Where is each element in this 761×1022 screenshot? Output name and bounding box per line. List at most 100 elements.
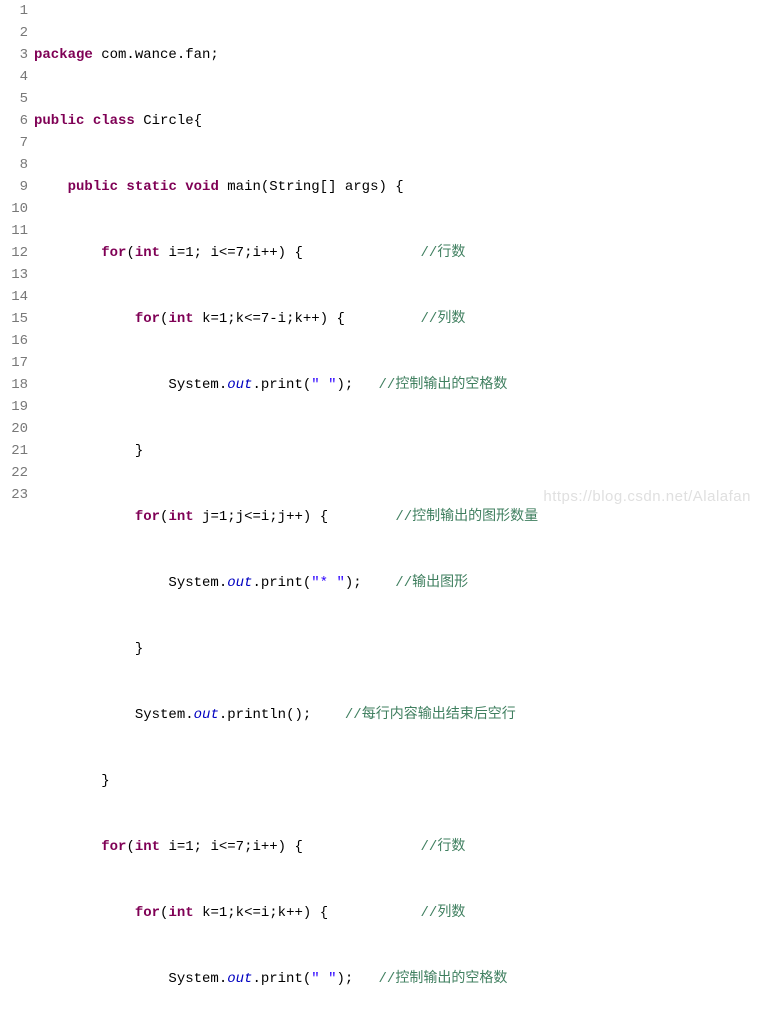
keyword-public: public [34, 113, 84, 129]
code-line: } [34, 440, 761, 462]
code-line: for(int i=1; i<=7;i++) { //行数 [34, 836, 761, 858]
plain: .println(); [219, 707, 311, 723]
watermark-text: https://blog.csdn.net/Alalafan [543, 488, 751, 505]
indent [34, 311, 135, 327]
comment: //每行内容输出结束后空行 [345, 707, 516, 723]
whitespace [353, 971, 378, 987]
field-out: out [227, 971, 252, 987]
whitespace [328, 905, 420, 921]
line-number: 21 [0, 440, 28, 462]
indent [34, 443, 135, 459]
comment: //列数 [421, 311, 466, 327]
plain: System. [168, 971, 227, 987]
plain: i=1; i<=7;i++) { [160, 245, 303, 261]
plain: k=1;k<=i;k++) { [194, 905, 328, 921]
comment: //行数 [421, 245, 466, 261]
keyword-int: int [135, 245, 160, 261]
whitespace [328, 509, 395, 525]
line-number: 6 [0, 110, 28, 132]
code-line: System.out.println(); //每行内容输出结束后空行 [34, 704, 761, 726]
indent [34, 245, 101, 261]
plain: ( [160, 509, 168, 525]
keyword-for: for [135, 905, 160, 921]
string-literal: "* " [311, 575, 345, 591]
line-number: 7 [0, 132, 28, 154]
line-number: 2 [0, 22, 28, 44]
comment: //控制输出的图形数量 [395, 509, 538, 525]
line-number: 5 [0, 88, 28, 110]
code-line: public static void main(String[] args) { [34, 176, 761, 198]
plain: j=1;j<=i;j++) { [194, 509, 328, 525]
plain: ( [126, 245, 134, 261]
plain: .print( [252, 377, 311, 393]
line-number: 11 [0, 220, 28, 242]
keyword-class: class [84, 113, 143, 129]
comment: //控制输出的空格数 [379, 971, 508, 987]
keyword-for: for [135, 311, 160, 327]
brace: } [135, 641, 143, 657]
plain: System. [168, 575, 227, 591]
indent [34, 707, 135, 723]
field-out: out [194, 707, 219, 723]
indent [34, 839, 101, 855]
comment: //输出图形 [395, 575, 468, 591]
keyword-public: public [68, 179, 118, 195]
indent [34, 377, 168, 393]
line-number: 1 [0, 0, 28, 22]
code-line: } [34, 638, 761, 660]
brace: } [101, 773, 109, 789]
line-number: 15 [0, 308, 28, 330]
whitespace [311, 707, 345, 723]
keyword-for: for [101, 839, 126, 855]
line-number: 4 [0, 66, 28, 88]
indent [34, 773, 101, 789]
line-number: 23 [0, 484, 28, 506]
package-name: com.wance.fan; [93, 47, 219, 63]
line-number: 19 [0, 396, 28, 418]
keyword-int: int [168, 905, 193, 921]
code-line: for(int j=1;j<=i;j++) { //控制输出的图形数量 [34, 506, 761, 528]
plain: ( [126, 839, 134, 855]
line-number: 14 [0, 286, 28, 308]
keyword-int: int [135, 839, 160, 855]
code-area[interactable]: package com.wance.fan; public class Circ… [34, 0, 761, 1022]
keyword-int: int [168, 509, 193, 525]
comment: //行数 [421, 839, 466, 855]
keyword-static: static [118, 179, 185, 195]
indent [34, 971, 168, 987]
comment: //列数 [421, 905, 466, 921]
plain: System. [135, 707, 194, 723]
brace: } [135, 443, 143, 459]
code-editor: 1 2 3 4 5 6 7 8 9 10 11 12 13 14 15 16 1… [0, 0, 761, 1022]
plain: ( [160, 905, 168, 921]
string-literal: " " [311, 971, 336, 987]
code-line: System.out.print(" "); //控制输出的空格数 [34, 374, 761, 396]
line-number: 17 [0, 352, 28, 374]
indent [34, 905, 135, 921]
keyword-for: for [101, 245, 126, 261]
line-number: 16 [0, 330, 28, 352]
string-literal: " " [311, 377, 336, 393]
plain: ); [336, 377, 353, 393]
whitespace [362, 575, 396, 591]
plain: System. [168, 377, 227, 393]
indent [34, 509, 135, 525]
code-line: System.out.print(" "); //控制输出的空格数 [34, 968, 761, 990]
class-name: Circle{ [143, 113, 202, 129]
line-number: 20 [0, 418, 28, 440]
code-line: package com.wance.fan; [34, 44, 761, 66]
line-number: 9 [0, 176, 28, 198]
whitespace [345, 311, 421, 327]
plain: ); [336, 971, 353, 987]
code-line: for(int k=1;k<=i;k++) { //列数 [34, 902, 761, 924]
indent [34, 575, 168, 591]
keyword-void: void [185, 179, 219, 195]
line-number: 3 [0, 44, 28, 66]
whitespace [353, 377, 378, 393]
keyword-for: for [135, 509, 160, 525]
line-number: 12 [0, 242, 28, 264]
field-out: out [227, 377, 252, 393]
plain: i=1; i<=7;i++) { [160, 839, 303, 855]
code-line: public class Circle{ [34, 110, 761, 132]
method-signature: main(String[] args) { [219, 179, 404, 195]
